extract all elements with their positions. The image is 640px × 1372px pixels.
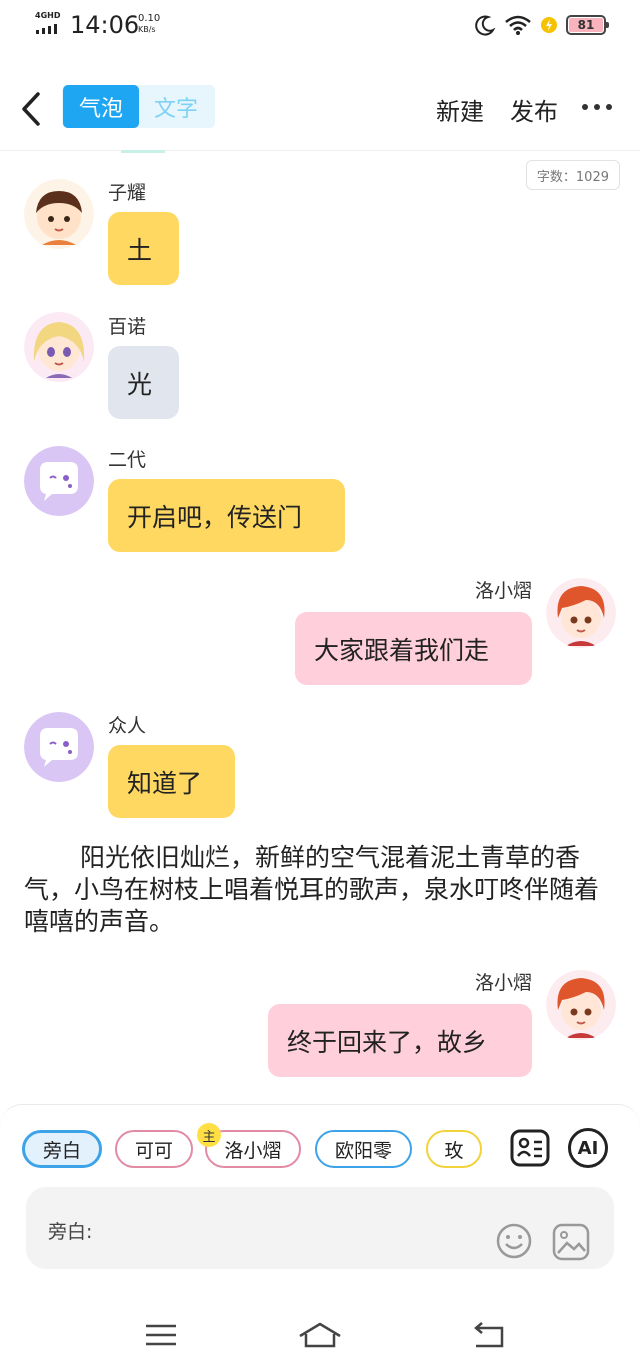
publish-button[interactable]: 发布 [510,92,558,127]
speed-value: 0.10 [138,13,161,24]
red-hair-boy-avatar-icon[interactable] [546,970,616,1040]
chat-bubble-avatar-icon[interactable] [24,446,94,516]
host-badge: 主 [197,1123,221,1147]
boy-avatar-icon[interactable] [24,179,94,249]
moon-icon [475,15,496,36]
message-bubble[interactable]: 光 [108,346,179,419]
clock: 14:06 [70,11,140,39]
message-bubble[interactable]: 知道了 [108,745,235,818]
role-chip-keke[interactable]: 可可 [115,1130,193,1168]
more-icon[interactable] [582,104,612,110]
message-bubble[interactable]: 土 [108,212,179,285]
message-bubble[interactable]: 大家跟着我们走 [295,612,532,685]
status-bar: 4GHD 14:06 0.10 KB/s 81 [0,0,640,52]
role-chip-mei[interactable]: 玫 [426,1130,482,1168]
narration-text[interactable]: 阳光依旧灿烂，新鲜的空气混着泥土青草的香气，小鸟在树枝上唱着悦耳的歌声，泉水叮咚… [24,842,620,938]
message-bubble[interactable]: 终于回来了，故乡 [268,1004,532,1077]
scroll-indicator [121,150,165,153]
status-icons: 81 [474,12,609,38]
speed-unit: KB/s [138,25,156,34]
role-chip-ouyangling[interactable]: 欧阳零 [315,1130,412,1168]
role-chip-narrator[interactable]: 旁白 [22,1130,102,1168]
chat-bubble-avatar-icon[interactable] [24,712,94,782]
blonde-girl-avatar-icon[interactable] [24,312,94,382]
top-bar: 气泡 文字 新建 发布 [0,70,640,146]
input-area: 旁白: [26,1187,614,1269]
sender-name: 百诺 [108,316,147,338]
input-role-label: 旁白: [48,1221,93,1243]
back-nav-icon[interactable] [472,1320,506,1350]
tab-text[interactable]: 文字 [138,85,214,128]
emoji-icon[interactable] [496,1223,532,1259]
sender-name: 洛小熠 [474,580,532,602]
signal-icon [36,24,57,34]
network-speed: 0.10 KB/s [138,13,160,35]
back-icon[interactable] [18,90,48,128]
red-hair-boy-avatar-icon[interactable] [546,578,616,648]
battery-level: 81 [569,18,603,32]
message-bubble[interactable]: 开启吧，传送门 [108,479,345,552]
home-icon[interactable] [298,1320,342,1350]
sender-name: 子耀 [108,182,147,204]
image-icon[interactable] [552,1223,590,1261]
sender-name: 二代 [108,449,147,471]
tab-bubble[interactable]: 气泡 [63,85,139,128]
menu-icon[interactable] [144,1320,178,1350]
ai-button[interactable]: AI [568,1128,608,1168]
word-count-badge: 字数：1029 [525,160,620,190]
message-input[interactable] [122,1209,472,1247]
wifi-icon [505,15,531,35]
sender-name: 众人 [108,715,147,737]
new-button[interactable]: 新建 [436,92,484,127]
system-nav-bar [0,1300,640,1372]
divider [0,150,640,151]
network-type: 4GHD [35,11,61,20]
contact-card-icon[interactable] [510,1128,550,1168]
sender-name: 洛小熠 [474,972,532,994]
mode-tabs: 气泡 文字 [62,85,215,128]
power-saving-icon [541,17,557,33]
battery-icon: 81 [566,15,609,35]
